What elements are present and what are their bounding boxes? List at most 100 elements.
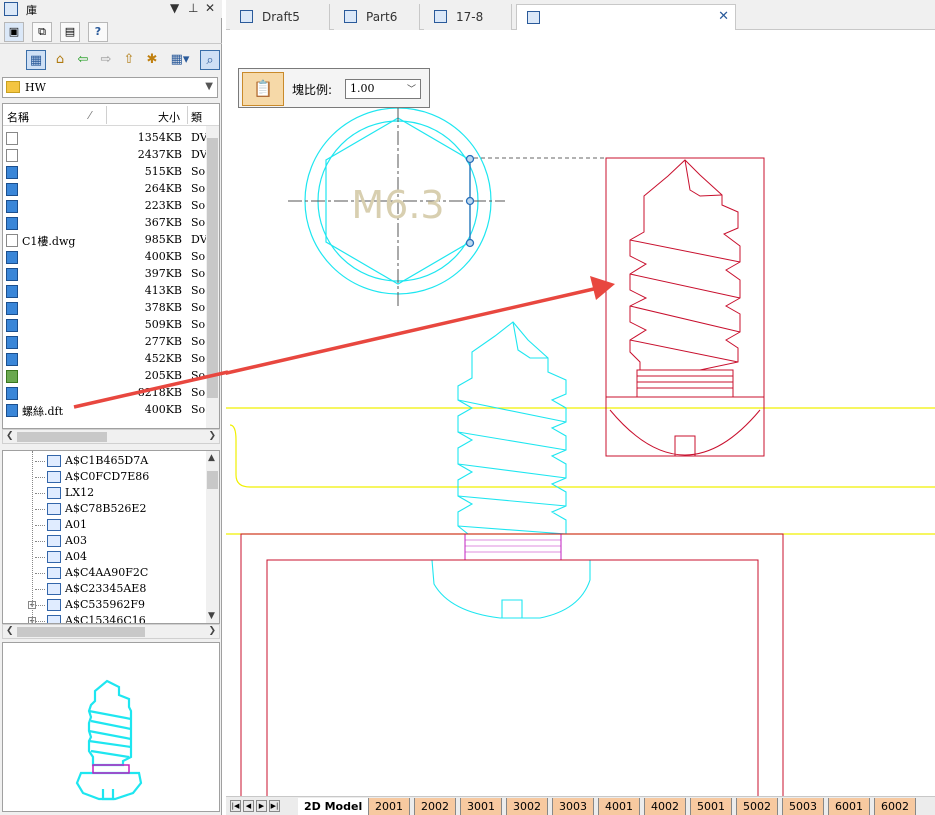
up-folder-icon[interactable]: ⇧ bbox=[119, 50, 139, 70]
scrollbar-thumb[interactable] bbox=[17, 627, 145, 637]
new-folder-icon[interactable]: ✱ bbox=[142, 50, 162, 70]
sheet-tab[interactable]: 6001 bbox=[828, 798, 870, 815]
forward-arrow-icon[interactable]: ⇨ bbox=[96, 50, 116, 70]
sheet-tab[interactable]: 3001 bbox=[460, 798, 502, 815]
document-tab[interactable]: Draft5 bbox=[230, 4, 330, 30]
scroll-down-icon[interactable]: ▼ bbox=[208, 611, 215, 621]
library-icon bbox=[4, 2, 18, 16]
file-size: 264KB bbox=[144, 182, 182, 195]
scrollbar-thumb[interactable] bbox=[17, 432, 107, 442]
tree-node[interactable]: A$C4AA90F2C bbox=[3, 565, 208, 581]
sheet-tab[interactable]: 2D Model bbox=[298, 798, 369, 815]
sheet-tab[interactable]: 6002 bbox=[874, 798, 916, 815]
draft-file-icon bbox=[434, 10, 447, 23]
home-icon[interactable]: ⌂ bbox=[50, 50, 70, 70]
scroll-right-icon[interactable]: ❯ bbox=[208, 431, 216, 441]
file-list-vertical-scrollbar[interactable] bbox=[206, 126, 219, 428]
first-sheet-icon[interactable]: |◀ bbox=[230, 800, 241, 812]
tree-node[interactable]: A03 bbox=[3, 533, 208, 549]
sheet-tab[interactable]: 2002 bbox=[414, 798, 456, 815]
scroll-right-icon[interactable]: ❯ bbox=[208, 626, 216, 636]
close-icon[interactable]: ✕ bbox=[205, 1, 215, 15]
tree-node[interactable]: A$C1B465D7A bbox=[3, 453, 208, 469]
pin-icon[interactable]: ⊥ bbox=[188, 1, 198, 15]
file-type: So bbox=[191, 318, 206, 331]
pane-dropdown-icon[interactable]: ▼ bbox=[170, 1, 179, 15]
scrollbar-thumb[interactable] bbox=[207, 471, 218, 489]
file-size: 2437KB bbox=[137, 148, 182, 161]
last-sheet-icon[interactable]: ▶| bbox=[269, 800, 280, 812]
list-item[interactable]: 2437KB DV bbox=[3, 147, 208, 164]
sheet-tab[interactable]: 3002 bbox=[506, 798, 548, 815]
library-tab-icon[interactable]: ▣ bbox=[4, 22, 24, 42]
tree-node-label: A$C78B526E2 bbox=[65, 502, 147, 515]
tree-node-label: A$C23345AE8 bbox=[65, 582, 147, 595]
file-icon bbox=[6, 183, 18, 196]
sheet-tab[interactable]: 5001 bbox=[690, 798, 732, 815]
scroll-left-icon[interactable]: ❮ bbox=[6, 431, 14, 441]
list-item[interactable]: 264KB So bbox=[3, 181, 208, 198]
list-item[interactable]: 367KB So bbox=[3, 215, 208, 232]
tree-horizontal-scrollbar[interactable]: ❮ ❯ bbox=[2, 624, 220, 639]
file-icon bbox=[6, 268, 18, 281]
list-item[interactable]: 螺絲.dft 400KB So bbox=[3, 402, 208, 419]
column-header-name[interactable]: 名稱 bbox=[7, 109, 29, 125]
scroll-up-icon[interactable]: ▲ bbox=[208, 453, 215, 463]
tree-node[interactable]: A$C23345AE8 bbox=[3, 581, 208, 597]
next-sheet-icon[interactable]: ▶ bbox=[256, 800, 267, 812]
document-tab[interactable]: ✕ bbox=[516, 4, 736, 30]
list-item[interactable]: 397KB So bbox=[3, 266, 208, 283]
list-item[interactable]: 413KB So bbox=[3, 283, 208, 300]
scrollbar-thumb[interactable] bbox=[207, 138, 218, 398]
prev-sheet-icon[interactable]: ◀ bbox=[243, 800, 254, 812]
tree-node[interactable]: + A$C535962F9 bbox=[3, 597, 208, 613]
list-item[interactable]: 400KB So bbox=[3, 249, 208, 266]
sheet-tab[interactable]: 3003 bbox=[552, 798, 594, 815]
list-item[interactable]: 223KB So bbox=[3, 198, 208, 215]
close-tab-icon[interactable]: ✕ bbox=[718, 9, 729, 24]
list-item[interactable]: 509KB So bbox=[3, 317, 208, 334]
list-item[interactable]: 205KB So bbox=[3, 368, 208, 385]
list-item[interactable]: 515KB So bbox=[3, 164, 208, 181]
sheet-tab[interactable]: 4001 bbox=[598, 798, 640, 815]
sheet-tab[interactable]: 5003 bbox=[782, 798, 824, 815]
tree-node[interactable]: A01 bbox=[3, 517, 208, 533]
list-item[interactable]: 1354KB DV bbox=[3, 130, 208, 147]
tree-node[interactable]: LX12 bbox=[3, 485, 208, 501]
path-combobox[interactable]: HW ▼ bbox=[2, 77, 218, 98]
file-list-horizontal-scrollbar[interactable]: ❮ ❯ bbox=[2, 429, 220, 444]
list-item[interactable]: 452KB So bbox=[3, 351, 208, 368]
scale-select[interactable]: 1.00 ﹀ bbox=[345, 79, 421, 99]
list-item[interactable]: 277KB So bbox=[3, 334, 208, 351]
help-tab-icon[interactable]: ? bbox=[88, 22, 108, 42]
scroll-left-icon[interactable]: ❮ bbox=[6, 626, 14, 636]
file-icon bbox=[6, 285, 18, 298]
clipboard-paste-icon[interactable]: 📋 bbox=[242, 72, 284, 106]
layers-tab-icon[interactable]: ▤ bbox=[60, 22, 80, 42]
view-options-icon[interactable]: ▦▾ bbox=[166, 50, 194, 70]
tree-node[interactable]: A$C0FCD7E86 bbox=[3, 469, 208, 485]
tree-vertical-scrollbar[interactable]: ▲ ▼ bbox=[206, 451, 219, 623]
column-header-size[interactable]: 大小 bbox=[158, 109, 180, 125]
tree-node[interactable]: + A$C15346C16 bbox=[3, 613, 208, 623]
tree-node[interactable]: A$C78B526E2 bbox=[3, 501, 208, 517]
features-tab-icon[interactable]: ⧉ bbox=[32, 22, 52, 42]
drawing-canvas[interactable]: M6.3 bbox=[226, 31, 935, 796]
sheet-tab[interactable]: 5002 bbox=[736, 798, 778, 815]
view-mode-icon[interactable]: ▦ bbox=[26, 50, 46, 70]
column-header-type[interactable]: 類 bbox=[191, 109, 202, 125]
document-tab[interactable]: 17-8 bbox=[424, 4, 512, 30]
library-title-bar: 庫 ▼ ⊥ ✕ bbox=[0, 0, 222, 18]
document-tab[interactable]: Part6 bbox=[334, 4, 420, 30]
tree-node[interactable]: A04 bbox=[3, 549, 208, 565]
back-arrow-icon[interactable]: ⇦ bbox=[73, 50, 93, 70]
file-type: So bbox=[191, 182, 206, 195]
list-item[interactable]: 378KB So bbox=[3, 300, 208, 317]
search-icon[interactable]: ⌕ bbox=[200, 50, 220, 70]
file-size: 223KB bbox=[144, 199, 182, 212]
list-item[interactable]: C1樓.dwg 985KB DV bbox=[3, 232, 208, 249]
sheet-tab[interactable]: 2001 bbox=[368, 798, 410, 815]
file-size: 1354KB bbox=[137, 131, 182, 144]
sheet-tab[interactable]: 4002 bbox=[644, 798, 686, 815]
list-item[interactable]: 8218KB So bbox=[3, 385, 208, 402]
